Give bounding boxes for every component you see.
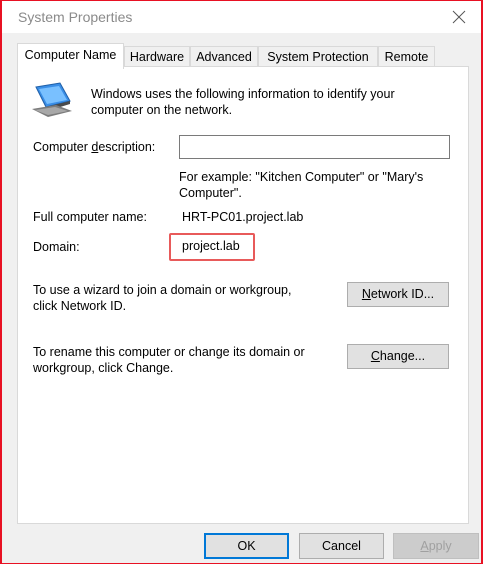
full-computer-name-label: Full computer name: — [33, 210, 147, 224]
network-id-button[interactable]: Network ID... — [347, 282, 449, 307]
button-accesskey: N — [361, 287, 371, 301]
button-label: OK — [237, 539, 256, 553]
wizard-text-line2: click Network ID. — [33, 299, 127, 313]
tab-label: Advanced — [196, 50, 252, 64]
tab-advanced[interactable]: Advanced — [190, 46, 258, 67]
example-text-line1: For example: "Kitchen Computer" or "Mary… — [179, 170, 424, 184]
label-part: escription: — [98, 140, 156, 154]
button-label: Cancel — [322, 539, 361, 553]
wizard-text-line1: To use a wizard to join a domain or work… — [33, 283, 292, 297]
apply-button[interactable]: Apply — [393, 533, 479, 559]
ok-button[interactable]: OK — [204, 533, 289, 559]
button-accesskey: A — [420, 539, 429, 553]
tab-label: Computer Name — [24, 48, 117, 62]
example-text-line2: Computer". — [179, 186, 242, 200]
tab-label: Hardware — [129, 50, 185, 64]
computer-name-panel: Windows uses the following information t… — [17, 66, 469, 524]
domain-value: project.lab — [182, 239, 240, 253]
computer-icon — [30, 81, 74, 122]
cancel-button[interactable]: Cancel — [299, 533, 384, 559]
rename-text-line1: To rename this computer or change its do… — [33, 345, 305, 359]
system-properties-window: System Properties Computer Name Hardware… — [0, 0, 483, 564]
computer-description-label: Computer description: — [33, 140, 155, 154]
computer-description-input[interactable] — [179, 135, 450, 159]
tab-label: Remote — [384, 50, 429, 64]
title-bar[interactable]: System Properties — [2, 1, 481, 33]
window-title: System Properties — [18, 9, 133, 25]
tab-computer-name[interactable]: Computer Name — [17, 43, 124, 69]
button-label: hange... — [379, 349, 426, 363]
label-part: Computer — [33, 140, 92, 154]
tab-system-protection[interactable]: System Protection — [258, 46, 378, 67]
close-icon[interactable] — [447, 5, 471, 29]
domain-label: Domain: — [33, 240, 80, 254]
rename-text-line2: workgroup, click Change. — [33, 361, 174, 375]
tab-label: System Protection — [267, 50, 369, 64]
full-computer-name-value: HRT-PC01.project.lab — [182, 210, 304, 224]
intro-text-line1: Windows uses the following information t… — [91, 87, 395, 101]
button-label: etwork ID... — [370, 287, 435, 301]
tab-hardware[interactable]: Hardware — [124, 46, 190, 67]
intro-text-line2: computer on the network. — [91, 103, 233, 117]
button-label: pply — [428, 539, 452, 553]
tab-remote[interactable]: Remote — [378, 46, 435, 67]
change-button[interactable]: Change... — [347, 344, 449, 369]
button-accesskey: C — [370, 349, 380, 363]
